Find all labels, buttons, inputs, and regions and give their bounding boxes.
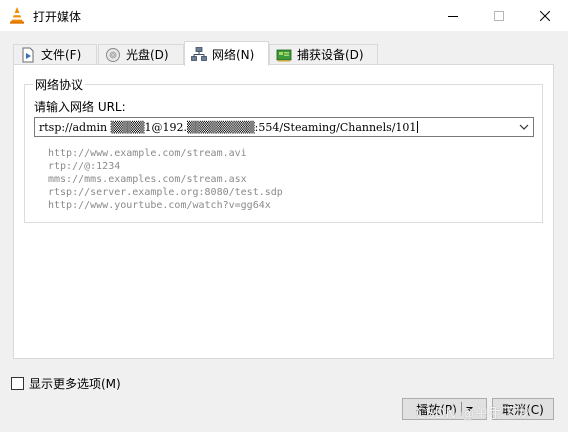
tab-file-label: 文件(F) — [41, 48, 82, 62]
tab-network[interactable]: 网络(N) — [184, 41, 269, 66]
chevron-down-icon[interactable] — [519, 123, 529, 131]
tab-capture-device[interactable]: 捕获设备(D) — [269, 44, 378, 64]
play-button-label: 播放(P) — [416, 402, 457, 417]
capture-card-icon — [276, 49, 292, 61]
cancel-button-label: 取消(C) — [502, 402, 544, 417]
maximize-button[interactable] — [476, 0, 522, 31]
cancel-button[interactable]: 取消(C) — [492, 398, 554, 420]
tab-disc[interactable]: 光盘(D) — [98, 44, 184, 64]
network-tab-panel: 网络协议 请输入网络 URL: rtsp://admin ▒▒▒▒1@192.▒… — [13, 64, 554, 359]
more-options-label: 显示更多选项(M) — [29, 377, 121, 391]
window-title: 打开媒体 — [33, 10, 82, 24]
minimize-button[interactable] — [430, 0, 476, 31]
example-url: http://www.example.com/stream.avi — [48, 148, 247, 159]
more-options-checkbox[interactable] — [11, 377, 24, 390]
minimize-icon — [448, 15, 458, 17]
tab-capture-device-label: 捕获设备(D) — [297, 48, 364, 62]
title-bar: 打开媒体 — [0, 0, 568, 31]
split-divider — [460, 402, 462, 416]
url-value: rtsp://admin ▒▒▒▒1@192.▒▒▒▒▒▒▒▒:554/Stea… — [39, 121, 417, 134]
tab-network-label: 网络(N) — [212, 47, 255, 62]
close-icon — [540, 10, 550, 21]
tab-file[interactable]: 文件(F) — [13, 44, 97, 64]
example-url: mms://mms.examples.com/stream.asx — [48, 174, 247, 185]
disc-icon — [106, 47, 120, 62]
play-button[interactable]: 播放(P) — [402, 398, 487, 420]
vlc-cone-icon — [10, 7, 24, 24]
example-url: rtp://@:1234 — [48, 161, 121, 172]
url-input[interactable]: rtsp://admin ▒▒▒▒1@192.▒▒▒▒▒▒▒▒:554/Stea… — [39, 120, 419, 136]
more-options-toggle[interactable]: 显示更多选项(M) — [11, 375, 121, 392]
example-url: http://www.yourtube.com/watch?v=gg64x — [48, 200, 271, 211]
close-button[interactable] — [522, 0, 568, 31]
url-combobox[interactable]: rtsp://admin ▒▒▒▒1@192.▒▒▒▒▒▒▒▒:554/Stea… — [34, 117, 534, 137]
group-title: 网络协议 — [33, 76, 86, 93]
dropdown-arrow-icon[interactable] — [465, 407, 473, 411]
text-caret — [417, 121, 419, 133]
network-icon — [191, 47, 207, 61]
network-protocol-group: 网络协议 请输入网络 URL: rtsp://admin ▒▒▒▒1@192.▒… — [24, 76, 543, 223]
tab-disc-label: 光盘(D) — [126, 48, 169, 62]
url-examples: http://www.example.com/stream.avi rtp://… — [48, 147, 283, 212]
url-label: 请输入网络 URL: — [34, 100, 126, 114]
file-play-icon — [22, 47, 34, 62]
example-url: rtsp://server.example.org:8080/test.sdp — [48, 187, 283, 198]
maximize-icon — [494, 10, 504, 21]
